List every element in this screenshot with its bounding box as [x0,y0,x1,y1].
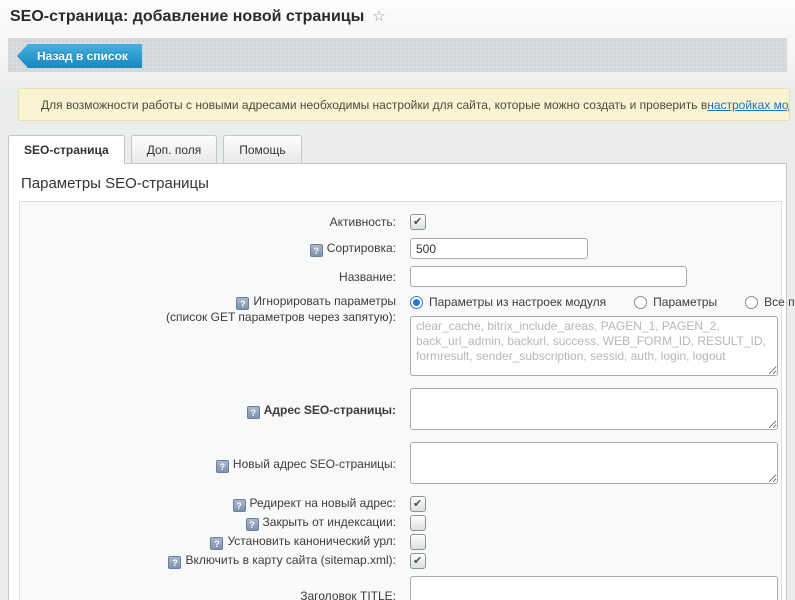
title-tag-label: Заголовок TITLE: [20,589,403,600]
hint-icon[interactable]: ? [236,297,249,310]
radio-option-module-settings[interactable]: Параметры из настроек модуля [410,295,606,309]
row-name: Название: [20,266,781,287]
row-redirect: ? Редирект на новый адрес: [20,496,781,512]
new-seo-address-textarea[interactable] [410,442,778,484]
page-title: SEO-страница: добавление новой страницы ☆ [10,7,386,26]
hint-icon[interactable]: ? [246,518,259,531]
row-sitemap: ? Включить в карту сайта (sitemap.xml): [20,553,781,569]
radio-module-settings[interactable] [410,296,423,309]
favorite-star-icon[interactable]: ☆ [372,8,385,25]
section-heading: Параметры SEO-страницы [21,175,209,192]
tab-bar: SEO-страница Доп. поля Помощь [8,135,308,163]
activity-checkbox[interactable] [410,214,426,230]
tab-help[interactable]: Помощь [223,135,301,163]
tab-seo-page[interactable]: SEO-страница [8,135,125,164]
row-seo-address: ? Адрес SEO-страницы: [20,388,781,433]
radio-option-params[interactable]: Параметры [634,295,717,309]
sort-input[interactable] [410,238,588,259]
radio-option-all-except[interactable]: Все параметры, кроме [745,295,795,309]
notice-banner: Для возможности работы с новыми адресами… [18,88,790,121]
notice-text: Для возможности работы с новыми адресами… [41,98,707,112]
row-sort: ? Сортировка: [20,238,781,259]
sitemap-label: Включить в карту сайта (sitemap.xml): [185,553,396,567]
sort-label: Сортировка: [327,241,396,255]
radio-label: Параметры [653,295,717,309]
radio-label: Параметры из настроек модуля [429,295,606,309]
row-noindex: ? Закрыть от индексации: [20,515,781,531]
name-input[interactable] [410,266,687,287]
name-label: Название: [20,270,403,284]
row-title-tag: Заголовок TITLE: [20,576,781,600]
back-to-list-button[interactable]: Назад в список [17,44,142,68]
row-new-seo-address: ? Новый адрес SEO-страницы: [20,442,781,487]
canonical-label: Установить канонический урл: [227,534,396,548]
radio-params[interactable] [634,296,647,309]
redirect-label: Редирект на новый адрес: [250,496,396,510]
hint-icon[interactable]: ? [168,556,181,569]
toolbar: Назад в список [8,38,787,72]
ignore-params-label-line2: (список GET параметров через запятую): [166,310,396,324]
row-activity: Активность: [20,214,781,230]
hint-icon[interactable]: ? [310,244,323,257]
hint-icon[interactable]: ? [247,406,260,419]
hint-icon[interactable]: ? [216,460,229,473]
noindex-checkbox[interactable] [410,515,426,531]
seo-address-textarea[interactable] [410,388,778,430]
tab-extra-fields[interactable]: Доп. поля [131,135,218,163]
redirect-checkbox[interactable] [410,496,426,512]
ignore-params-radio-group: Параметры из настроек модуля Параметры В… [410,295,795,309]
hint-icon[interactable]: ? [233,499,246,512]
new-seo-address-label: Новый адрес SEO-страницы: [233,457,396,471]
title-tag-textarea[interactable] [410,576,778,600]
activity-label: Активность: [20,215,403,229]
seo-page-form: Активность: ?Сортировка: Название: ?Игно [19,201,782,600]
page-title-text: SEO-страница: добавление новой страницы [10,8,364,25]
radio-label: Все параметры, кроме [764,295,795,309]
row-ignore-params: ? Игнорировать параметры (список GET пара… [20,294,781,379]
seo-address-label: Адрес SEO-страницы: [264,403,396,417]
radio-all-except[interactable] [745,296,758,309]
noindex-label: Закрыть от индексации: [263,515,396,529]
row-canonical: ? Установить канонический урл: [20,534,781,550]
hint-icon[interactable]: ? [210,537,223,550]
module-settings-link[interactable]: настройках модуля "Bussol.Продвинутый SE… [707,98,790,112]
content-panel: Параметры SEO-страницы Активность: ? Сорт… [8,163,787,600]
sitemap-checkbox[interactable] [410,553,426,569]
ignore-params-label-line1: Игнорировать параметры [253,294,396,308]
ignore-params-textarea[interactable] [410,316,778,376]
canonical-checkbox[interactable] [410,534,426,550]
